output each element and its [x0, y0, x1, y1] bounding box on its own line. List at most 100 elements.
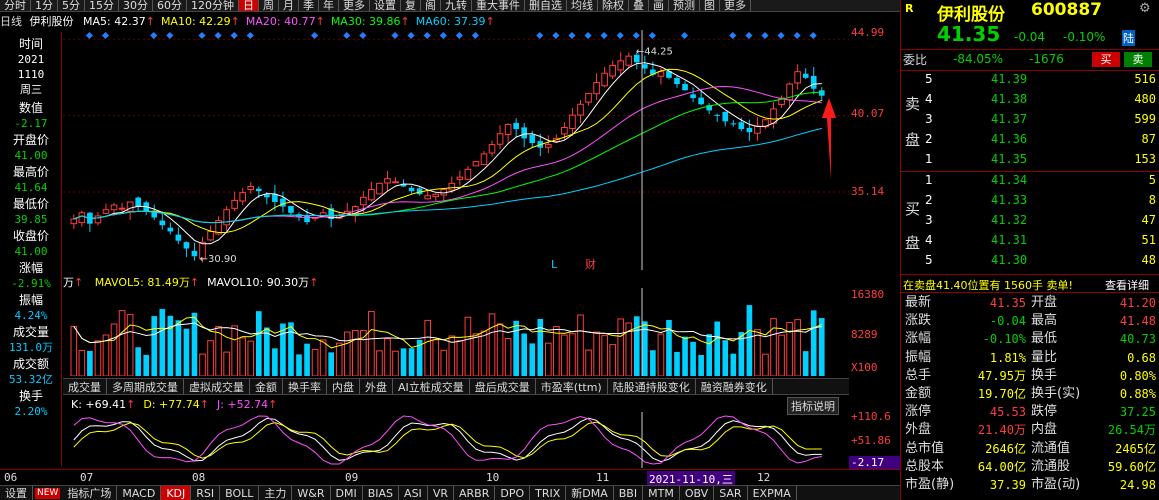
toolbar-item[interactable]: 60分: [153, 0, 187, 11]
indicator-tab[interactable]: 主力: [259, 486, 293, 500]
toolbar-item[interactable]: 删自选: [525, 0, 567, 11]
toolbar-item[interactable]: 图: [700, 0, 720, 11]
indicator-tab[interactable]: BBI: [614, 486, 644, 500]
ma-line: [73, 127, 822, 224]
indicator-tab[interactable]: DPO: [495, 486, 531, 500]
kdj-chart[interactable]: [63, 412, 849, 468]
toolbar-item[interactable]: 叠: [629, 0, 649, 11]
toolbar-item[interactable]: 1分: [31, 0, 58, 11]
toolbar-item[interactable]: 月: [279, 0, 299, 11]
stat-row: 金额 19.70亿 换手(实) 0.88%: [901, 385, 1159, 403]
indicator-tab[interactable]: SAR: [714, 486, 748, 500]
sell-button[interactable]: 卖: [1124, 52, 1152, 67]
volume-bar: [143, 354, 150, 376]
toolbar-item[interactable]: 周: [259, 0, 279, 11]
candle-body: [545, 144, 552, 148]
toolbar-item[interactable]: 九转: [441, 0, 472, 11]
indicator-tab[interactable]: MACD: [117, 486, 162, 500]
stat-value: 41.20: [1119, 296, 1156, 310]
toolbar-item[interactable]: 日: [239, 0, 259, 11]
volume-tab[interactable]: 金额: [250, 379, 283, 394]
up-arrow-icon: ↑: [315, 15, 325, 28]
volume-bar: [770, 318, 777, 376]
toolbar-item[interactable]: 120分钟: [187, 0, 239, 11]
indicator-tab[interactable]: VR: [428, 486, 454, 500]
toolbar-item[interactable]: 复: [401, 0, 421, 11]
buy-button[interactable]: 买: [1092, 52, 1120, 67]
indicator-tab[interactable]: KDJ: [161, 486, 192, 500]
volume-tab[interactable]: 虚拟成交量: [184, 379, 250, 394]
candle-body: [569, 114, 576, 130]
volume-tab[interactable]: 内盘: [327, 379, 360, 394]
ask-volume: 153: [1134, 152, 1156, 166]
indicator-tab[interactable]: W&R: [292, 486, 331, 500]
volume-tab[interactable]: AI立桩成交量: [393, 379, 470, 394]
bid-row[interactable]: 2 41.33 8: [901, 192, 1159, 209]
volume-tab[interactable]: 盘后成交量: [470, 379, 536, 394]
toolbar-item[interactable]: 均线: [567, 0, 598, 11]
toolbar-item[interactable]: 更多: [720, 0, 751, 11]
toolbar-item[interactable]: 15分: [85, 0, 119, 11]
toolbar-item[interactable]: 重大事件: [472, 0, 525, 11]
indicator-tab[interactable]: BIAS: [363, 486, 400, 500]
ask-row[interactable]: 2 41.36 87: [901, 131, 1159, 148]
ask-row[interactable]: 4 41.38 480: [901, 91, 1159, 108]
toolbar-item[interactable]: 除权: [598, 0, 629, 11]
indicator-tab[interactable]: ASI: [399, 486, 428, 500]
indicator-tab[interactable]: 新DMA: [566, 486, 614, 500]
indicator-tab[interactable]: EXPMA: [748, 486, 797, 500]
gear-icon[interactable]: ⚙: [1139, 1, 1151, 16]
indicator-tab[interactable]: RSI: [191, 486, 221, 500]
indicator-tab[interactable]: OBV: [680, 486, 715, 500]
volume-chart[interactable]: [63, 288, 849, 376]
info-value: 1110: [17, 68, 45, 81]
toolbar-item[interactable]: 年: [319, 0, 339, 11]
stat-value: 26.54万: [1107, 423, 1156, 438]
indicator-tab[interactable]: ARBR: [454, 486, 496, 500]
indicator-tab[interactable]: TRIX: [530, 486, 567, 500]
candle-body: [561, 127, 568, 135]
indicator-tab[interactable]: 设置: [0, 486, 33, 500]
view-detail-link[interactable]: 查看详细: [1105, 277, 1149, 293]
toolbar-item[interactable]: 阁: [421, 0, 441, 11]
toolbar-item[interactable]: 分时: [0, 0, 31, 11]
bid-row[interactable]: 5 41.30 48: [901, 252, 1159, 269]
volume-tab[interactable]: 陆股通持股变化: [608, 379, 696, 394]
ask-price: 41.39: [991, 72, 1028, 86]
toolbar-item[interactable]: 预测: [669, 0, 700, 11]
indicator-tab[interactable]: DMI: [331, 486, 363, 500]
ask-row[interactable]: 3 41.37 599: [901, 111, 1159, 128]
toolbar-item[interactable]: 设置: [370, 0, 401, 11]
volume-bar: [609, 344, 616, 376]
indicator-tab[interactable]: MTM: [643, 486, 680, 500]
toolbar-item[interactable]: 季: [299, 0, 319, 11]
ask-row[interactable]: 1 41.35 153: [901, 151, 1159, 168]
bid-row[interactable]: 3 41.32 47: [901, 212, 1159, 229]
volume-tab[interactable]: 成交量: [63, 379, 107, 394]
ask-price: 41.36: [991, 132, 1028, 146]
stat-label: 换手(实): [1031, 386, 1081, 401]
indicator-tab[interactable]: 指标广场: [62, 486, 118, 500]
volume-tab[interactable]: 外盘: [360, 379, 393, 394]
ask-row[interactable]: 5 41.39 516: [901, 71, 1159, 88]
volume-tab[interactable]: 市盈率(ttm): [536, 379, 608, 394]
candle-body: [609, 64, 616, 77]
volume-bar: [472, 333, 480, 376]
stat-label: 换手: [1031, 367, 1058, 383]
toolbar-item[interactable]: 30分: [119, 0, 153, 11]
toolbar-item[interactable]: 更多: [339, 0, 370, 11]
volume-tab[interactable]: 融资融券变化: [696, 379, 773, 394]
toolbar-item[interactable]: 5分: [58, 0, 85, 11]
bid-row[interactable]: 1 41.34 5: [901, 172, 1159, 189]
volume-tab[interactable]: 多周期成交量: [107, 379, 184, 394]
kdj-tick: +110.6: [851, 410, 891, 423]
stat-label: 跌停: [1031, 404, 1058, 420]
candlestick-chart[interactable]: ←44.25 ←30.90 L 财: [63, 30, 849, 270]
volume-tab[interactable]: 换手率: [283, 379, 327, 394]
kline-kind[interactable]: 日线: [0, 15, 22, 28]
indicator-tab[interactable]: BOLL: [220, 486, 260, 500]
volume-bar: [722, 340, 729, 376]
toolbar-item[interactable]: 画: [649, 0, 669, 11]
bid-row[interactable]: 4 41.31 51: [901, 232, 1159, 249]
divider: [901, 49, 1159, 50]
